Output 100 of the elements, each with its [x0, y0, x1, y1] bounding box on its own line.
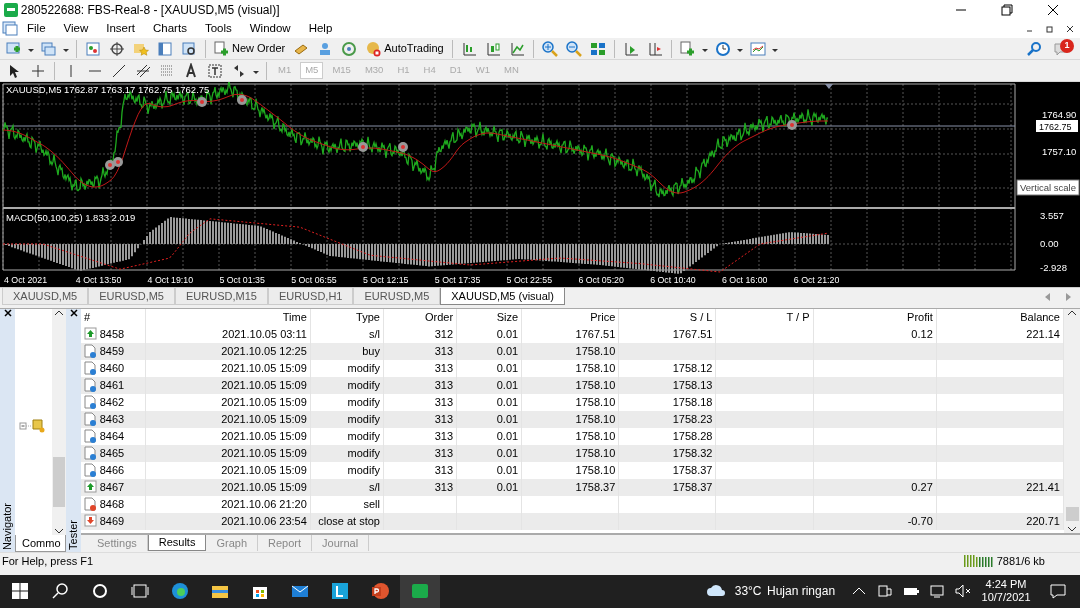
line-chart-icon[interactable]	[508, 40, 525, 57]
table-cell: 1758.10	[521, 359, 619, 377]
table-cell: 1758.10	[521, 444, 619, 462]
signal-icon[interactable]	[341, 40, 358, 57]
zoom-out-icon[interactable]	[565, 40, 582, 57]
scrollbar-thumb[interactable]	[1065, 506, 1079, 521]
chart-tab[interactable]: XAUUSD,M5 (visual)	[440, 288, 565, 305]
table-cell: 313	[383, 393, 457, 411]
trade-marker-icon	[237, 95, 247, 105]
table-cell: buy	[310, 342, 384, 360]
close-icon[interactable]	[1046, 2, 1060, 17]
table-cell: 220.71	[936, 512, 1064, 530]
letter-a-icon[interactable]	[183, 62, 199, 79]
candlestick-icon[interactable]	[484, 40, 501, 57]
letter-l-icon[interactable]	[330, 581, 350, 602]
notification-icon[interactable]	[1048, 582, 1068, 601]
row-number: 8469	[99, 514, 125, 529]
menu-item[interactable]: File	[18, 19, 55, 38]
windows-icon[interactable]	[41, 40, 57, 57]
time-axis-label: 5 Oct 06:55	[291, 275, 337, 285]
autotrading-button[interactable]: AutoTrading	[363, 39, 446, 58]
clock-date[interactable]: 10/7/2021	[981, 591, 1031, 605]
presentation-icon[interactable]	[370, 581, 390, 602]
channel-icon[interactable]	[135, 62, 151, 79]
chart-shift-icon[interactable]	[622, 40, 639, 57]
close-icon[interactable]	[69, 308, 78, 317]
column-header[interactable]: T / P	[715, 308, 814, 326]
table-cell: 1758.23	[618, 410, 716, 428]
menu-item[interactable]: Insert	[97, 19, 144, 38]
document-icon	[84, 344, 97, 359]
row-number: 8460	[99, 361, 125, 376]
row-number: 8464	[99, 429, 125, 444]
new-chart-icon[interactable]	[6, 40, 22, 57]
shift-marker-icon	[825, 84, 833, 89]
templates-icon[interactable]	[749, 40, 766, 57]
document-icon	[84, 429, 97, 444]
tester-tab[interactable]: Results	[147, 534, 207, 551]
column-header[interactable]: Balance	[936, 308, 1064, 326]
table-cell: 313	[383, 342, 457, 360]
time-axis-label: 6 Oct 21:20	[793, 275, 840, 285]
column-header[interactable]: Size	[456, 308, 522, 326]
auto-scroll-icon[interactable]	[646, 40, 663, 57]
menu-item[interactable]: Charts	[144, 19, 196, 38]
indicators-icon[interactable]	[679, 40, 696, 57]
scroll-down-icon[interactable]	[54, 526, 64, 535]
temperature-text[interactable]: 33°C	[734, 582, 762, 601]
document-icon[interactable]	[2, 21, 18, 36]
crosshair-icon[interactable]	[109, 40, 125, 57]
bar-chart-icon[interactable]	[460, 40, 477, 57]
chart-tab[interactable]: XAUUSD,M5	[2, 288, 89, 305]
zoom-in-icon[interactable]	[541, 40, 558, 57]
window-icon[interactable]	[157, 40, 173, 57]
scroll-down-icon[interactable]	[1067, 524, 1077, 533]
menu-item[interactable]: View	[54, 19, 98, 38]
column-header[interactable]: Time	[145, 308, 311, 326]
table-cell: 1758.37	[521, 478, 619, 496]
table-cell: 313	[383, 376, 457, 394]
column-header[interactable]: #	[81, 308, 146, 326]
chart-tab[interactable]: EURUSD,H1	[267, 288, 354, 305]
time-axis-label: 6 Oct 16:00	[722, 275, 768, 285]
trendline-icon[interactable]	[111, 62, 127, 79]
column-header[interactable]: Order	[383, 308, 457, 326]
clock-time[interactable]: 4:24 PM	[985, 577, 1027, 592]
chart-tab[interactable]: EURUSD,M5	[353, 288, 441, 305]
table-cell: modify	[310, 461, 384, 479]
navigator-tab[interactable]: Commo	[15, 534, 66, 552]
table-cell: 2021.10.06 21:20	[145, 495, 311, 513]
document-icon	[84, 361, 97, 376]
new-order-button[interactable]: New Order	[212, 39, 288, 58]
table-cell: 1758.18	[618, 393, 716, 411]
menu-item[interactable]: Help	[299, 19, 342, 38]
network-icon[interactable]	[928, 582, 947, 601]
chart-tab[interactable]: EURUSD,M5	[88, 288, 175, 305]
table-cell: modify	[310, 410, 384, 428]
column-header[interactable]: Price	[521, 308, 619, 326]
windows-start-icon[interactable]	[10, 581, 30, 602]
time-axis-label: 5 Oct 17:35	[434, 275, 481, 285]
scroll-up-icon[interactable]	[54, 308, 64, 317]
column-header[interactable]: Profit	[813, 308, 937, 326]
chart-tab[interactable]: EURUSD,M15	[175, 288, 268, 305]
tester-icon[interactable]	[181, 40, 197, 57]
column-header[interactable]: S / L	[618, 308, 716, 326]
close-icon[interactable]	[3, 308, 12, 317]
robot-stop-icon	[365, 40, 382, 57]
text-label-icon[interactable]	[207, 62, 223, 79]
menu-item[interactable]: Tools	[195, 19, 241, 38]
restore-icon[interactable]	[1000, 2, 1014, 17]
clock-icon[interactable]	[714, 40, 731, 57]
table-cell: s/l	[310, 325, 384, 343]
scrollbar-thumb[interactable]	[53, 456, 65, 507]
scroll-up-icon[interactable]	[1067, 308, 1077, 317]
browser-icon[interactable]	[170, 581, 190, 602]
market-watch-icon[interactable]	[85, 40, 101, 57]
menu-item[interactable]: Window	[240, 19, 300, 38]
weather-text[interactable]: Hujan ringan	[767, 582, 836, 601]
column-header[interactable]: Type	[310, 308, 384, 326]
table-cell: 0.12	[813, 325, 937, 343]
table-cell: 2021.10.05 12:25	[145, 342, 311, 360]
time-axis-label: 5 Oct 01:35	[219, 275, 265, 285]
tile-windows-icon[interactable]	[589, 40, 606, 57]
